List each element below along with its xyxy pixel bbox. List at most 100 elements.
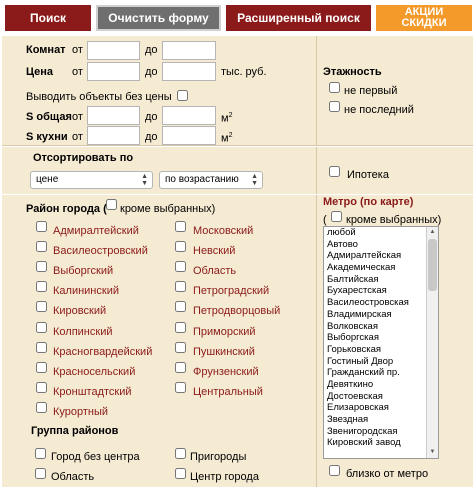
district-checkbox[interactable]	[36, 361, 47, 373]
sort-field-select[interactable]: цене ▲ ▼	[30, 171, 153, 189]
metro-option[interactable]: Кировский завод	[324, 437, 438, 449]
district-label[interactable]: Невский	[193, 245, 235, 257]
metro-option[interactable]: Горьковская	[324, 344, 438, 356]
promo-button[interactable]: АКЦИИ СКИДКИ	[376, 5, 472, 31]
metro-option[interactable]: Девяткино	[324, 379, 438, 391]
rooms-to-input[interactable]	[162, 41, 216, 60]
total-area-from-input[interactable]	[87, 106, 140, 125]
price-label: Цена	[26, 66, 54, 78]
district-label[interactable]: Приморский	[193, 326, 256, 338]
top-toolbar: Поиск Очистить форму Расширенный поиск А…	[0, 0, 475, 34]
district-label[interactable]: Кировский	[53, 305, 106, 317]
search-button[interactable]: Поиск	[5, 5, 91, 31]
district-checkbox[interactable]	[36, 381, 47, 393]
price-to-input[interactable]	[162, 62, 216, 81]
not-last-checkbox[interactable]	[329, 101, 340, 112]
floor-title: Этажность	[323, 66, 382, 78]
district-label[interactable]: Адмиралтейский	[53, 225, 139, 237]
metro-option[interactable]: Владимирская	[324, 309, 438, 321]
near-metro-label: близко от метро	[346, 468, 429, 480]
metro-option[interactable]: Балтийская	[324, 274, 438, 286]
rooms-from-input[interactable]	[87, 41, 140, 60]
district-checkbox[interactable]	[36, 341, 47, 353]
near-metro-checkbox[interactable]	[329, 465, 340, 476]
district-checkbox[interactable]	[175, 261, 186, 273]
district-label[interactable]: Калининский	[53, 285, 119, 297]
metro-option[interactable]: Академическая	[324, 262, 438, 274]
metro-option[interactable]: любой	[324, 227, 438, 239]
district-checkbox[interactable]	[36, 401, 47, 413]
not-first-label: не первый	[344, 85, 398, 97]
kitchen-area-to-input[interactable]	[162, 126, 216, 145]
district-label[interactable]: Красносельский	[53, 366, 135, 378]
metro-option[interactable]: Адмиралтейская	[324, 250, 438, 262]
district-label[interactable]: Петроградский	[193, 285, 269, 297]
district-checkbox[interactable]	[36, 221, 47, 232]
metro-option[interactable]: Василеостровская	[324, 297, 438, 309]
metro-option[interactable]: Бухарестская	[324, 285, 438, 297]
metro-option[interactable]: Гостиный Двор	[324, 356, 438, 368]
unit-text: м	[221, 112, 229, 125]
district-checkbox[interactable]	[36, 261, 47, 273]
sort-order-select[interactable]: по возрастанию ▲ ▼	[159, 171, 263, 189]
metro-except-label: кроме выбранных)	[346, 214, 442, 226]
district-label[interactable]: Василеостровский	[53, 245, 148, 257]
district-label[interactable]: Московский	[193, 225, 253, 237]
districts-except-checkbox[interactable]	[106, 199, 117, 210]
group-label: Центр города	[190, 471, 259, 483]
district-checkbox[interactable]	[175, 221, 186, 232]
district-label[interactable]: Колпинский	[53, 326, 112, 338]
district-checkbox[interactable]	[36, 301, 47, 313]
district-checkbox[interactable]	[175, 381, 186, 393]
district-checkbox[interactable]	[175, 281, 186, 293]
group-checkbox[interactable]	[35, 448, 46, 459]
district-label[interactable]: Пушкинский	[193, 346, 255, 358]
district-checkbox[interactable]	[36, 241, 47, 253]
district-checkbox[interactable]	[175, 301, 186, 313]
district-label[interactable]: Петродворцовый	[193, 305, 280, 317]
scroll-thumb[interactable]	[428, 239, 437, 291]
divider	[316, 195, 317, 487]
group-checkbox[interactable]	[175, 448, 186, 459]
district-checkbox[interactable]	[36, 281, 47, 293]
district-label[interactable]: Область	[193, 265, 236, 277]
district-label[interactable]: Выборгский	[53, 265, 113, 277]
district-checkbox[interactable]	[175, 321, 186, 333]
district-checkbox[interactable]	[175, 341, 186, 353]
metro-option[interactable]: Звездная	[324, 414, 438, 426]
group-checkbox[interactable]	[35, 468, 46, 479]
unit-text: м	[221, 132, 229, 145]
metro-option[interactable]: Елизаровская	[324, 402, 438, 414]
scrollbar[interactable]: ▲ ▼	[426, 227, 438, 458]
total-area-unit: м2	[221, 112, 232, 125]
district-label[interactable]: Центральный	[193, 386, 263, 398]
metro-option[interactable]: Звенигородская	[324, 426, 438, 438]
no-price-checkbox[interactable]	[177, 90, 188, 101]
scroll-up-icon[interactable]: ▲	[427, 227, 438, 238]
district-label[interactable]: Фрунзенский	[193, 366, 259, 378]
unit-sup: 2	[228, 112, 233, 119]
metro-option[interactable]: Достоевская	[324, 391, 438, 403]
district-checkbox[interactable]	[175, 241, 186, 253]
scroll-down-icon[interactable]: ▼	[427, 447, 438, 458]
clear-form-button[interactable]: Очистить форму	[96, 5, 221, 31]
group-checkbox[interactable]	[175, 468, 186, 479]
divider	[316, 147, 317, 194]
not-first-checkbox[interactable]	[329, 82, 340, 93]
advanced-search-button[interactable]: Расширенный поиск	[226, 5, 371, 31]
mortgage-checkbox[interactable]	[329, 166, 340, 177]
price-from-input[interactable]	[87, 62, 140, 81]
kitchen-area-from-input[interactable]	[87, 126, 140, 145]
metro-except-checkbox[interactable]	[331, 211, 342, 222]
metro-option[interactable]: Волковская	[324, 321, 438, 333]
metro-option[interactable]: Автово	[324, 239, 438, 251]
metro-option[interactable]: Гражданский пр.	[324, 367, 438, 379]
metro-listbox[interactable]: любой Автово Адмиралтейская Академическая Ба…	[323, 226, 439, 459]
district-label[interactable]: Красногвардейский	[53, 346, 152, 358]
district-label[interactable]: Кронштадтский	[53, 386, 132, 398]
district-checkbox[interactable]	[175, 361, 186, 373]
district-checkbox[interactable]	[36, 321, 47, 333]
district-label[interactable]: Курортный	[53, 406, 108, 418]
total-area-to-input[interactable]	[162, 106, 216, 125]
metro-option[interactable]: Выборгская	[324, 332, 438, 344]
